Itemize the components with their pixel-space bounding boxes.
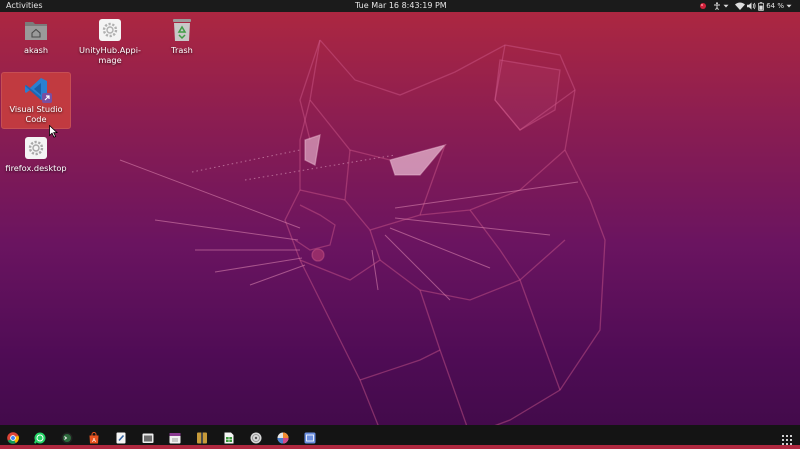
cat-dotted-lines — [191, 149, 396, 181]
desktop-icon-vscode[interactable]: Visual Studio Code — [1, 72, 71, 129]
color-picker-icon[interactable] — [277, 429, 289, 444]
desktop-icon-label-line2: Code — [25, 114, 47, 124]
text-editor-icon[interactable] — [115, 429, 127, 444]
wifi-icon — [735, 2, 746, 10]
desktop-wallpaper — [119, 39, 606, 441]
files-icon[interactable] — [142, 429, 154, 443]
disk-icon[interactable] — [250, 429, 262, 444]
desktop-icon-label-line1: Visual Studio — [9, 104, 63, 114]
mouse-pointer-icon — [49, 125, 58, 138]
calendar-icon[interactable] — [169, 429, 181, 444]
system-menu[interactable]: 64 % — [735, 0, 792, 12]
settings-gear-icon — [98, 18, 122, 42]
desktop-icon-label: Trash — [171, 45, 193, 55]
desktop-icon-unityhub[interactable]: UnityHub.Appi- mage — [75, 18, 145, 65]
app-grid-icon[interactable] — [782, 430, 792, 449]
top-bar: Activities Tue Mar 16 8:43:19 PM 64 % — [0, 0, 800, 12]
shortcut-arrow-icon — [42, 93, 52, 103]
spreadsheet-icon[interactable] — [223, 429, 235, 444]
archive-icon[interactable] — [196, 429, 208, 444]
desktop-icon-firefox-desktop[interactable]: firefox.desktop — [1, 136, 71, 173]
software-center-icon[interactable]: A — [88, 429, 100, 444]
home-folder-icon — [24, 18, 48, 42]
activities-button[interactable]: Activities — [6, 0, 43, 12]
accessibility-icon — [714, 2, 721, 10]
screenshot-icon[interactable] — [304, 429, 316, 444]
svg-text:A: A — [92, 438, 96, 444]
accessibility-menu[interactable] — [713, 2, 729, 10]
battery-percent: 64 % — [766, 2, 784, 10]
vscode-icon — [24, 77, 52, 103]
volume-icon — [747, 2, 756, 10]
record-indicator-icon[interactable] — [699, 2, 707, 10]
chevron-down-icon — [786, 4, 792, 8]
desktop-icon-trash[interactable]: Trash — [147, 18, 217, 55]
system-tray[interactable]: 64 % — [699, 0, 792, 12]
clock[interactable]: Tue Mar 16 8:43:19 PM — [355, 0, 447, 12]
whatsapp-icon[interactable] — [34, 429, 46, 444]
desktop-icon-label-line2: mage — [98, 55, 122, 65]
trash-icon — [170, 18, 194, 42]
desktop-icon-akash[interactable]: akash — [1, 18, 71, 55]
chevron-down-icon — [723, 4, 729, 8]
desktop-icon-label-line1: UnityHub.Appi- — [79, 45, 141, 55]
settings-gear-icon — [24, 136, 48, 160]
battery-icon — [758, 1, 765, 11]
chrome-icon[interactable] — [7, 429, 19, 444]
terminal-icon[interactable] — [61, 429, 73, 444]
dock: A — [0, 425, 800, 445]
desktop-icon-label: firefox.desktop — [5, 163, 67, 173]
desktop-icon-label: akash — [23, 45, 49, 55]
cat-artwork — [284, 39, 606, 441]
